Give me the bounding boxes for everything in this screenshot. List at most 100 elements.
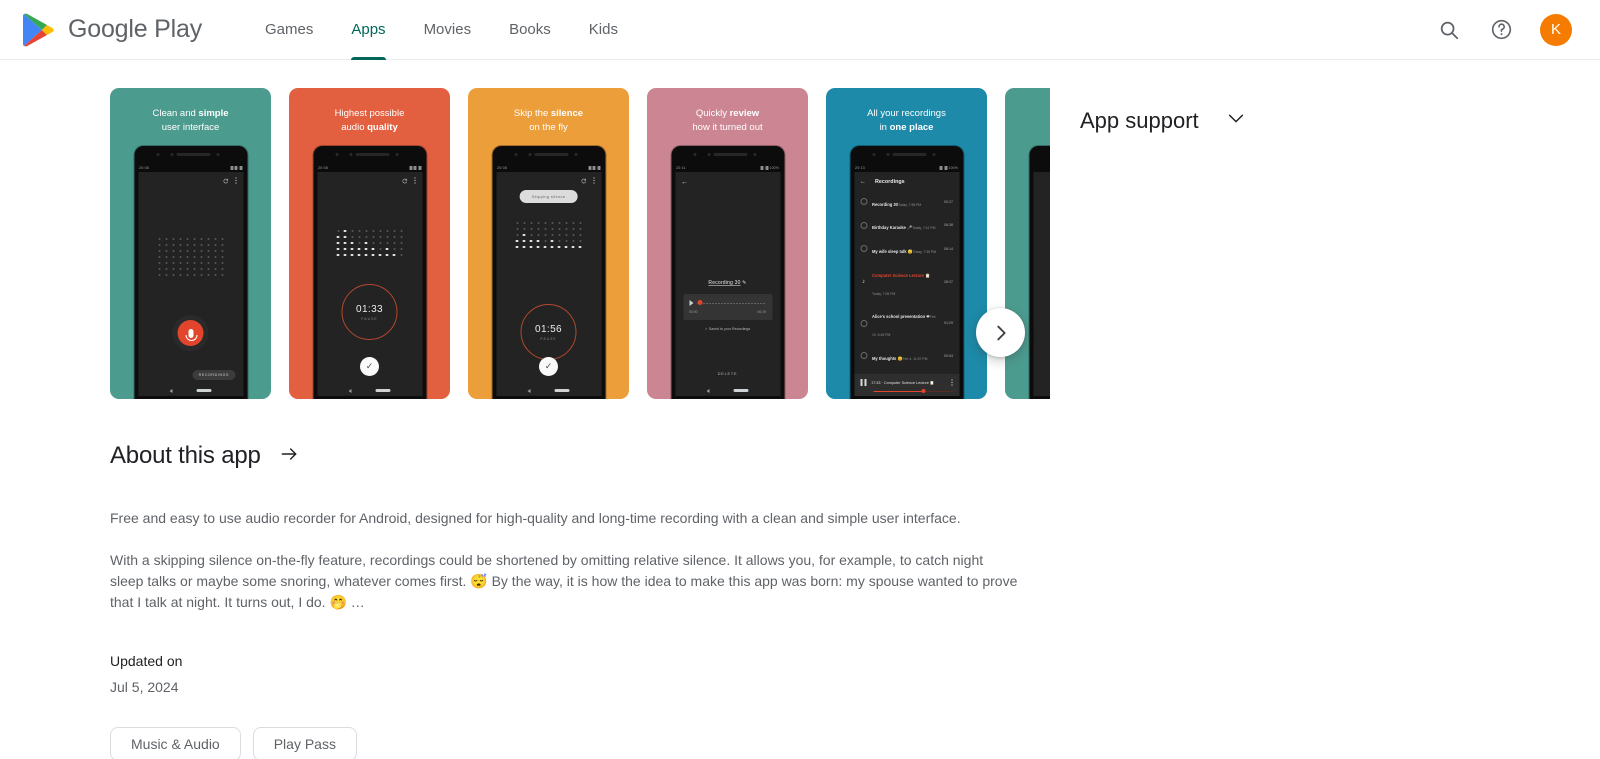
about-description: Free and easy to use audio recorder for … [110, 508, 1020, 613]
time-end: 00:19 [757, 310, 767, 314]
phone-mock-6 [1029, 146, 1050, 399]
screen-review: ← Recording 30 ✎ 00:00 00:19 ✓ Saved to … [675, 172, 780, 396]
screenshot-list: Clean and simple user interface 20:08 RE… [0, 88, 1050, 399]
item-date: Today, 7:55 PM [897, 202, 922, 207]
search-icon[interactable] [1436, 17, 1462, 43]
updated-on-date: Jul 5, 2024 [110, 679, 179, 695]
back-arrow-icon: ← [860, 179, 866, 185]
screen-partial [1033, 172, 1050, 396]
nav-item-books[interactable]: Books [490, 0, 570, 60]
avatar[interactable]: K [1540, 13, 1572, 46]
category-chips: Music & Audio Play Pass [110, 727, 1020, 759]
screenshot-1[interactable]: Clean and simple user interface 20:08 RE… [110, 88, 271, 399]
nav-item-games[interactable]: Games [246, 0, 332, 60]
timer-value: 01:33 [355, 303, 384, 315]
about-this-app-section: About this app Free and easy to use audi… [110, 442, 1020, 759]
nav-item-movies[interactable]: Movies [405, 0, 491, 60]
android-navbar [138, 385, 243, 396]
play-circle-icon [860, 221, 867, 229]
app-support-section[interactable]: App support [1080, 107, 1247, 134]
updated-on-label: Updated on [110, 653, 183, 669]
screenshot-5[interactable]: All your recordings in one place 20:13 10… [826, 88, 987, 399]
phone-mock-5: 20:13 100% ← Recordings Recording 30Today… [850, 146, 963, 399]
screenshot-carousel: Clean and simple user interface 20:08 RE… [0, 88, 1600, 399]
item-name: My thoughts 😊 [872, 355, 903, 361]
timer-value: 01:56 [534, 323, 563, 335]
skipping-silence-pill: Skipping silence [519, 190, 578, 203]
screenshot-4-title: Quickly review how it turned out [692, 108, 763, 133]
arrow-right-icon[interactable] [279, 444, 299, 469]
brand-name: Google Play [68, 15, 202, 43]
waveform-dots [156, 236, 226, 278]
list-header: ← Recordings [854, 172, 959, 190]
carousel-next-button[interactable] [976, 308, 1025, 357]
screen-recorder-idle: RECORDINGS [138, 172, 243, 396]
list-item: Recording 30Today, 7:55 PM 00:27 [854, 190, 959, 214]
confirm-button: ✓ [360, 357, 379, 376]
help-icon[interactable] [1488, 17, 1514, 43]
audio-player: 00:00 00:19 [683, 294, 772, 320]
item-duration: 08:14 [944, 246, 953, 251]
item-duration: 00:54 [944, 353, 953, 358]
google-play-icon [22, 13, 54, 47]
page-content: Clean and simple user interface 20:08 RE… [0, 60, 1600, 759]
android-navbar [496, 385, 601, 396]
item-date: Today, 7:35 PM [912, 249, 937, 254]
item-name: Computer Science Lecture 📋 [872, 272, 931, 278]
mini-player: 07:33 · Computer Science Lecture 📋 [854, 374, 959, 396]
saved-text: ✓ Saved to your Recordings [704, 327, 751, 331]
waveform-dots [335, 228, 405, 258]
nav-item-kids[interactable]: Kids [570, 0, 637, 60]
list-title: Recordings [875, 179, 905, 185]
record-button [177, 320, 204, 346]
play-circle-icon [860, 352, 867, 360]
android-navbar [317, 385, 422, 396]
item-name: Recording 30 [872, 201, 898, 207]
screenshot-1-title: Clean and simple user interface [152, 108, 229, 133]
chip-play-pass[interactable]: Play Pass [252, 727, 357, 759]
item-duration: 00:27 [944, 199, 953, 204]
item-duration: 06:38 [944, 223, 953, 228]
item-name: My wife sleep talk 😴 [872, 248, 913, 254]
screenshot-2-title: Highest possible audio quality [334, 108, 405, 133]
list-item: ♪ Computer Science Lecture 📋 Today, 7:05 … [854, 261, 959, 303]
screenshot-4[interactable]: Quickly review how it turned out 20:11 10… [647, 88, 808, 399]
delete-label: DELETE [717, 372, 738, 376]
screen-recordings-list: ← Recordings Recording 30Today, 7:55 PM … [854, 172, 959, 396]
screen-recorder-timer: 01:33 PAUSE ✓ [317, 172, 422, 396]
item-date: Feb 4, 11:57 PM [902, 356, 928, 361]
chip-music-and-audio[interactable]: Music & Audio [110, 727, 241, 759]
timer-ring: 01:33 PAUSE [341, 284, 398, 340]
chevron-down-icon[interactable] [1225, 107, 1247, 134]
back-arrow-icon: ← [681, 179, 688, 186]
nav-item-apps[interactable]: Apps [332, 0, 404, 60]
item-date: Today, 7:05 PM [872, 291, 896, 296]
recording-title: Recording 30 ✎ [708, 280, 747, 286]
play-icon [689, 300, 693, 306]
app-support-label: App support [1080, 107, 1199, 133]
list-item: My thoughts 😊Feb 4, 11:57 PM 00:54 [854, 344, 959, 368]
screenshot-3[interactable]: Skip the silence on the fly 20:08 Skippi… [468, 88, 629, 399]
play-circle-icon [860, 245, 867, 253]
timer-sublabel: PAUSE [361, 316, 378, 321]
page-title: About this app [110, 442, 261, 469]
screen-top-icons [401, 177, 416, 184]
overflow-menu-icon [950, 379, 953, 386]
phone-mock-2: 20:08 01:33 PAUSE ✓ [313, 146, 426, 399]
item-duration: 01:29 [944, 321, 953, 326]
confirm-button: ✓ [539, 357, 558, 376]
screenshot-2[interactable]: Highest possible audio quality 20:08 01:… [289, 88, 450, 399]
about-paragraph-1: Free and easy to use audio recorder for … [110, 510, 961, 526]
play-circle-icon [860, 319, 867, 327]
item-name: Alice's school presentation ❤ [872, 314, 930, 320]
phone-mock-4: 20:11100% ← Recording 30 ✎ 00:00 00:19 [671, 146, 784, 399]
about-header-link[interactable]: About this app [110, 442, 1020, 470]
primary-nav: Games Apps Movies Books Kids [246, 0, 637, 60]
pause-icon [860, 379, 866, 386]
item-date: Today, 7:41 PM [912, 226, 936, 231]
screen-recorder-skip: Skipping silence 01:56 PAUSE ✓ [496, 172, 601, 396]
google-play-logo-link[interactable]: Google Play [22, 13, 202, 47]
android-navbar [675, 385, 780, 396]
timer-sublabel: PAUSE [540, 336, 557, 341]
phone-mock-3: 20:08 Skipping silence 01:56 PAUSE ✓ [492, 146, 605, 399]
